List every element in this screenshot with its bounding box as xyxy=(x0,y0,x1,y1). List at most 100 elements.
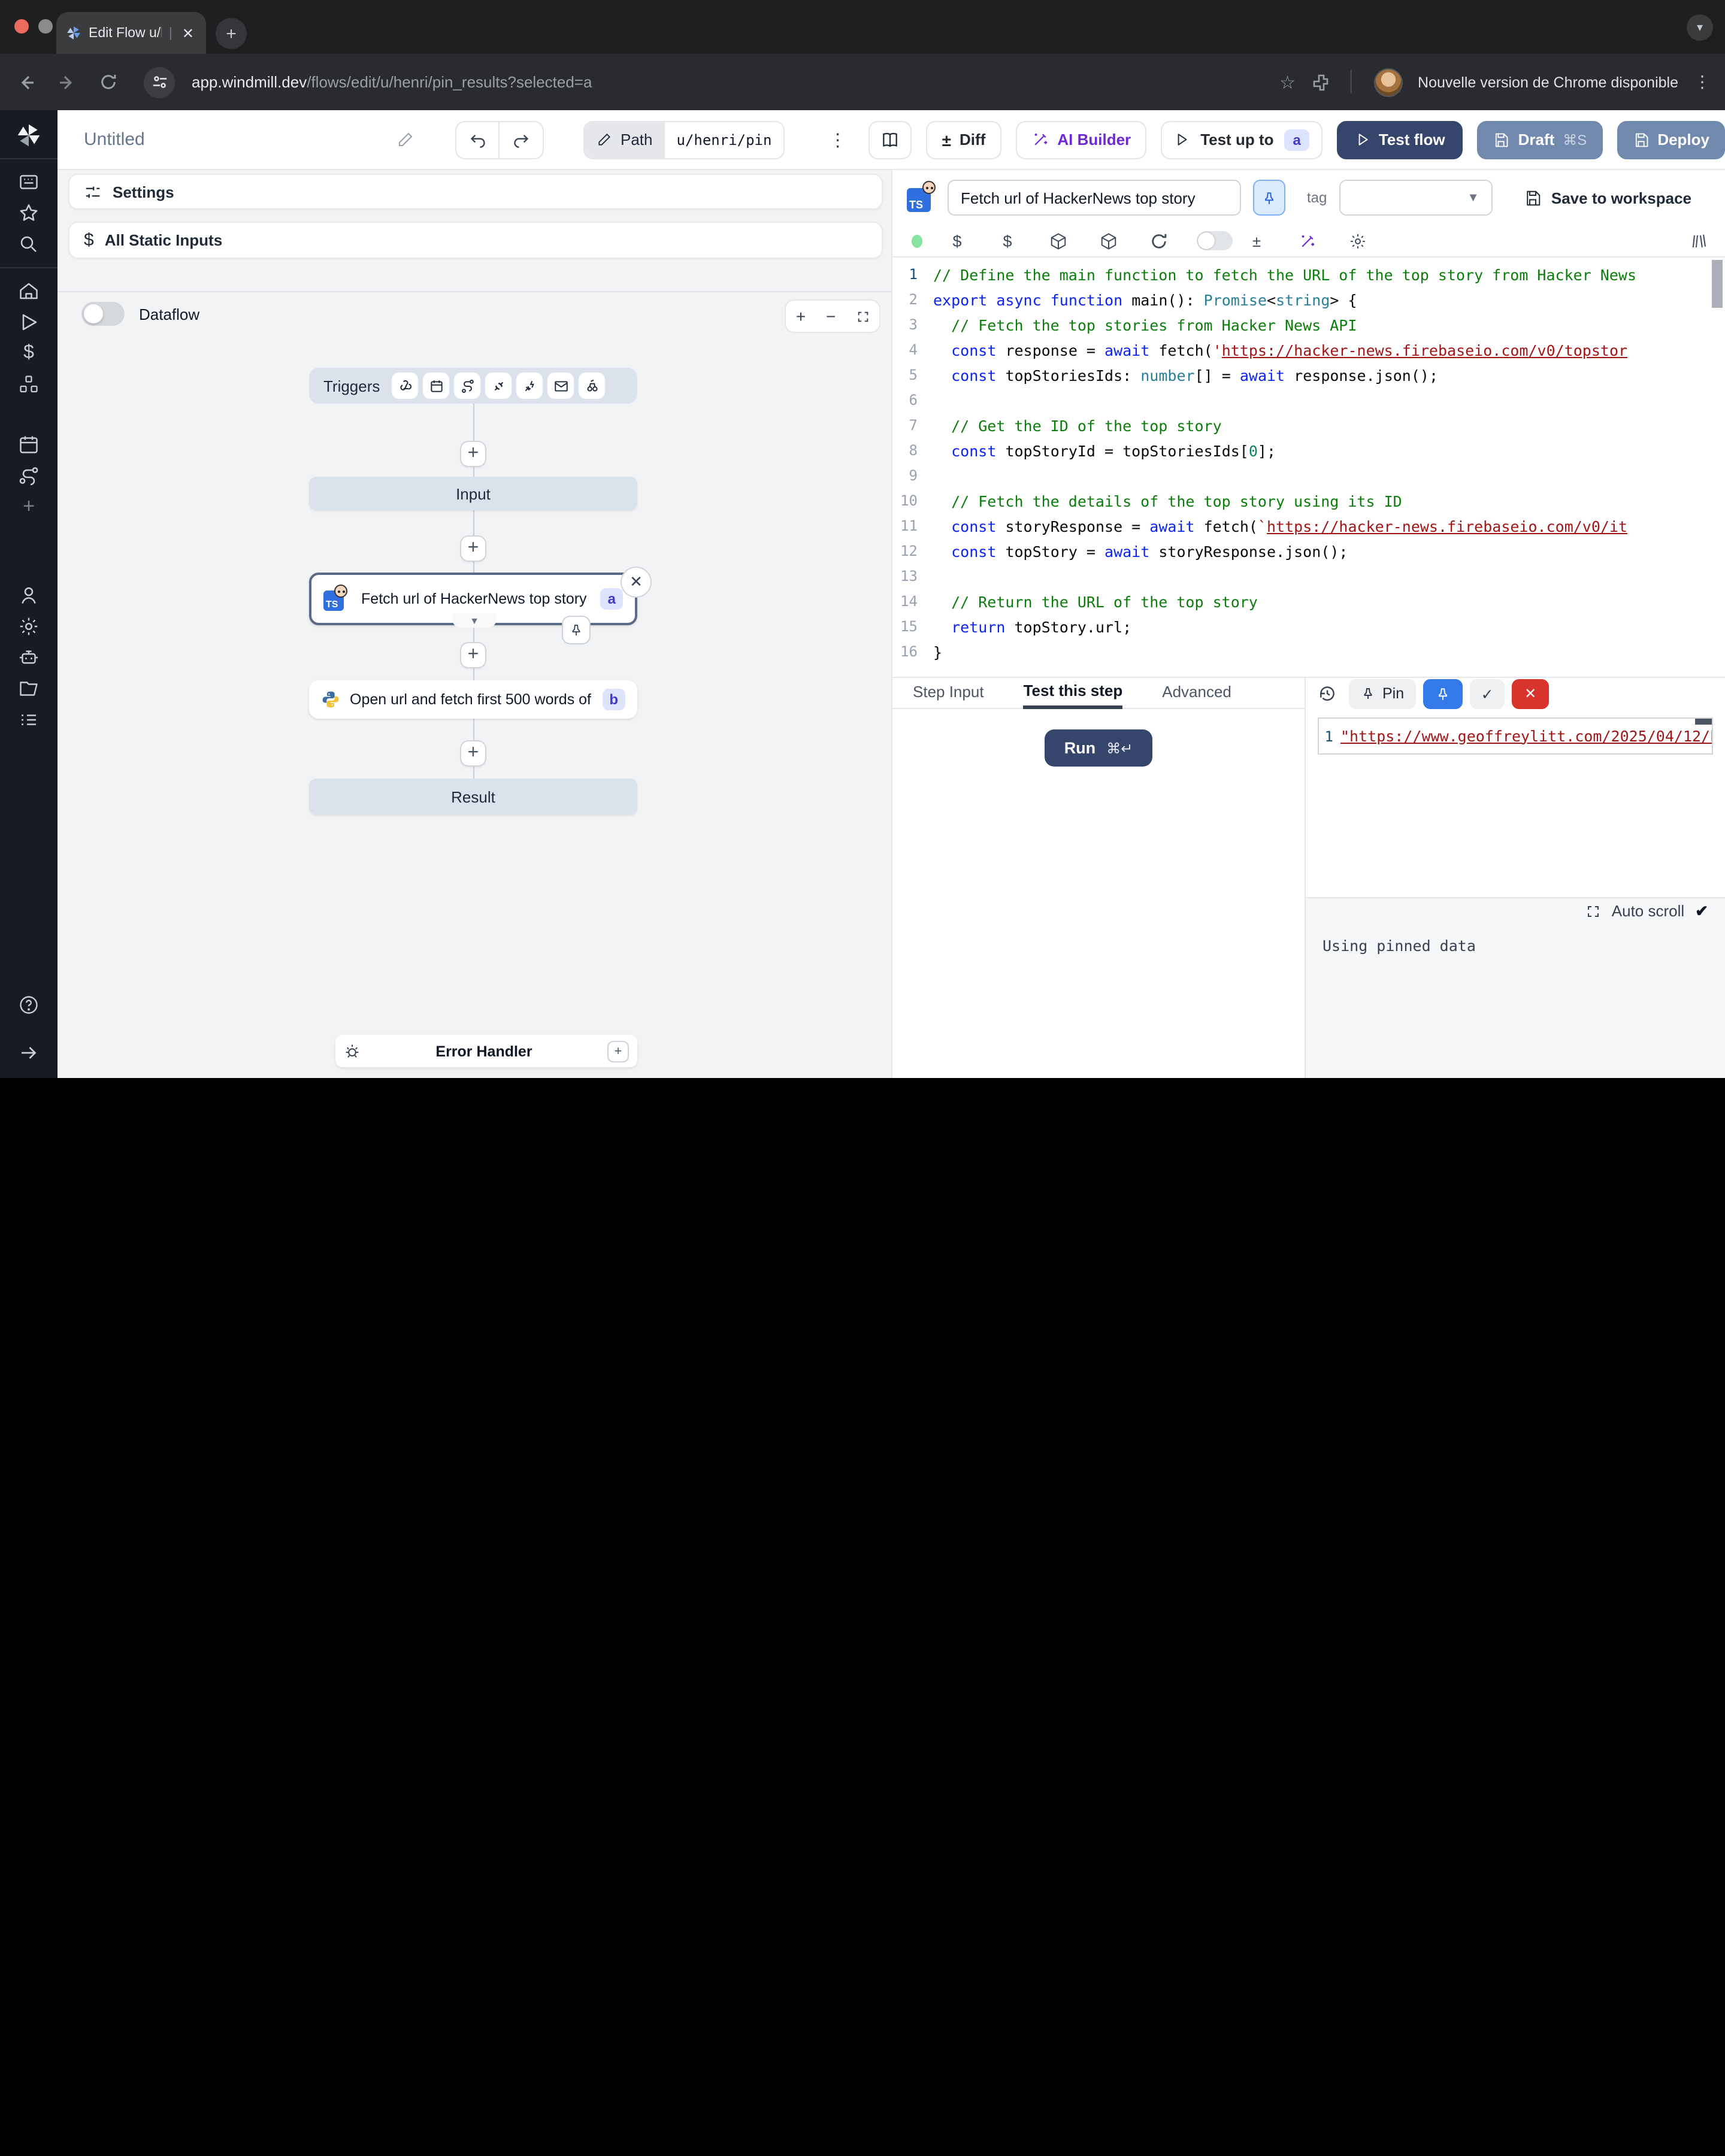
tab-close-icon[interactable]: ✕ xyxy=(180,25,196,41)
add-step-button[interactable]: + xyxy=(460,740,486,767)
sidebar-item-variables-icon[interactable]: $ xyxy=(6,339,52,368)
sidebar-item-groups-icon[interactable] xyxy=(6,705,52,734)
path-control[interactable]: Path u/henri/pin xyxy=(583,120,785,159)
new-tab-button[interactable]: + xyxy=(216,18,247,49)
ai-builder-button[interactable]: AI Builder xyxy=(1015,120,1146,159)
site-info-icon[interactable] xyxy=(144,66,175,98)
sidebar-item-add-icon[interactable]: + xyxy=(6,492,52,521)
scrollbar-thumb[interactable] xyxy=(1695,719,1712,725)
delete-step-icon[interactable]: ✕ xyxy=(621,567,652,598)
tab-search-chevron-icon[interactable]: ▾ xyxy=(1687,14,1713,41)
sidebar-item-users-icon[interactable] xyxy=(6,581,52,610)
sidebar-item-favorites-star-icon[interactable] xyxy=(6,199,52,228)
diff-button[interactable]: ±Diff xyxy=(927,120,1001,159)
minimize-window-button[interactable] xyxy=(38,19,53,34)
profile-avatar[interactable] xyxy=(1373,68,1402,96)
poll-trigger-icon[interactable] xyxy=(579,373,605,399)
error-handler-node[interactable]: Error Handler + xyxy=(335,1035,637,1067)
assistant-toggle[interactable] xyxy=(1197,231,1233,250)
chrome-menu-icon[interactable]: ⋮ xyxy=(1694,72,1711,92)
http-route-trigger-icon[interactable] xyxy=(454,373,480,399)
diff-icon[interactable]: ± xyxy=(1247,232,1266,250)
expand-step-chevron-icon[interactable]: ▼ xyxy=(453,613,496,628)
flow-canvas[interactable]: Settings $ All Static Inputs Dataflow + … xyxy=(58,170,892,1078)
flow-name-field[interactable]: Untitled xyxy=(84,129,414,150)
ai-wand-icon[interactable] xyxy=(1297,232,1317,250)
test-up-to-step-badge[interactable]: a xyxy=(1284,129,1309,150)
undo-button[interactable] xyxy=(455,120,500,159)
bookmark-star-icon[interactable]: ☆ xyxy=(1279,71,1296,93)
flow-settings-card[interactable]: Settings xyxy=(68,174,883,210)
add-step-button[interactable]: + xyxy=(460,642,486,668)
pinned-step-icon[interactable] xyxy=(562,616,591,644)
step-title-input[interactable]: Fetch url of HackerNews top story xyxy=(948,180,1241,216)
test-up-to-button[interactable]: Test up to a xyxy=(1161,120,1322,159)
package-icon[interactable] xyxy=(1048,232,1067,250)
history-icon[interactable] xyxy=(1318,684,1337,703)
zoom-out-icon[interactable]: − xyxy=(826,307,836,326)
dataflow-toggle[interactable] xyxy=(81,302,125,326)
path-button[interactable]: Path xyxy=(585,122,665,158)
cancel-x-button[interactable]: ✕ xyxy=(1512,679,1549,708)
input-node[interactable]: Input xyxy=(309,477,637,510)
library-icon[interactable] xyxy=(1689,232,1708,250)
extensions-puzzle-icon[interactable] xyxy=(1311,72,1330,92)
auto-scroll-label[interactable]: Auto scroll xyxy=(1612,902,1684,920)
websocket-trigger-icon[interactable] xyxy=(485,373,512,399)
back-icon[interactable] xyxy=(14,70,38,94)
edit-pencil-icon[interactable] xyxy=(397,131,414,149)
zoom-in-icon[interactable]: + xyxy=(796,307,806,326)
all-static-inputs-card[interactable]: $ All Static Inputs xyxy=(68,222,883,259)
sidebar-item-search-icon[interactable] xyxy=(6,230,52,259)
pinned-data-editor[interactable]: 1"https://www.geoffreylitt.com/2025/04/1… xyxy=(1318,717,1713,755)
email-trigger-icon[interactable] xyxy=(547,373,574,399)
pin-active-button[interactable] xyxy=(1423,679,1463,708)
add-step-button[interactable]: + xyxy=(460,535,486,562)
draft-button[interactable]: Draft ⌘S xyxy=(1478,120,1603,159)
webhook-trigger-icon[interactable] xyxy=(392,373,418,399)
deploy-button[interactable]: Deploy xyxy=(1617,120,1725,159)
editor-settings-gear-icon[interactable] xyxy=(1348,232,1367,250)
forward-icon[interactable] xyxy=(55,70,79,94)
sidebar-item-schedules-icon[interactable] xyxy=(6,430,52,459)
sidebar-item-resources-icon[interactable] xyxy=(6,370,52,399)
sidebar-item-runs-icon[interactable] xyxy=(6,308,52,337)
pin-step-button[interactable] xyxy=(1253,180,1285,216)
more-options-icon[interactable]: ⋮ xyxy=(826,129,850,150)
resources-dollar-icon[interactable]: $ xyxy=(998,232,1017,250)
docs-book-button[interactable] xyxy=(869,120,912,159)
fit-view-icon[interactable] xyxy=(856,310,869,323)
confirm-check-button[interactable]: ✓ xyxy=(1470,679,1505,708)
redo-button[interactable] xyxy=(500,120,544,159)
tag-select[interactable]: ▼ xyxy=(1339,180,1492,216)
add-error-handler-icon[interactable]: + xyxy=(607,1040,629,1062)
triggers-bar[interactable]: Triggers xyxy=(309,368,637,404)
scrollbar-thumb[interactable] xyxy=(1712,260,1723,308)
expand-sidebar-icon[interactable] xyxy=(6,1038,52,1067)
close-window-button[interactable] xyxy=(14,19,29,34)
add-step-button[interactable]: + xyxy=(460,441,486,467)
tab-step-input[interactable]: Step Input xyxy=(913,683,984,703)
test-flow-button[interactable]: Test flow xyxy=(1337,120,1463,159)
save-to-workspace-button[interactable]: Save to workspace xyxy=(1524,189,1691,207)
tab-advanced[interactable]: Advanced xyxy=(1162,683,1231,703)
auto-scroll-checkmark[interactable]: ✔ xyxy=(1695,901,1708,920)
expand-icon[interactable] xyxy=(1587,904,1601,918)
chrome-update-chip[interactable]: Nouvelle version de Chrome disponible xyxy=(1418,74,1678,90)
help-icon[interactable] xyxy=(6,991,52,1019)
tab-test-this-step[interactable]: Test this step xyxy=(1024,682,1123,709)
pin-button[interactable]: Pin xyxy=(1349,679,1416,708)
sidebar-item-home-icon[interactable] xyxy=(6,277,52,305)
sidebar-item-settings-icon[interactable] xyxy=(6,612,52,641)
code-editor[interactable]: 1// Define the main function to fetch th… xyxy=(892,256,1725,677)
result-node[interactable]: Result xyxy=(309,779,637,814)
windmill-logo[interactable] xyxy=(6,121,52,150)
step-node-b[interactable]: Open url and fetch first 500 words of ..… xyxy=(309,680,637,719)
browser-tab[interactable]: Edit Flow u/henri/pin_results | ✕ xyxy=(56,12,206,54)
sidebar-item-workers-icon[interactable] xyxy=(6,643,52,672)
url-text[interactable]: app.windmill.dev/flows/edit/u/henri/pin_… xyxy=(192,73,1263,91)
package-icon[interactable] xyxy=(1098,232,1118,250)
reload-icon[interactable] xyxy=(96,70,120,94)
schedule-trigger-icon[interactable] xyxy=(423,373,449,399)
kafka-trigger-icon[interactable] xyxy=(516,373,543,399)
